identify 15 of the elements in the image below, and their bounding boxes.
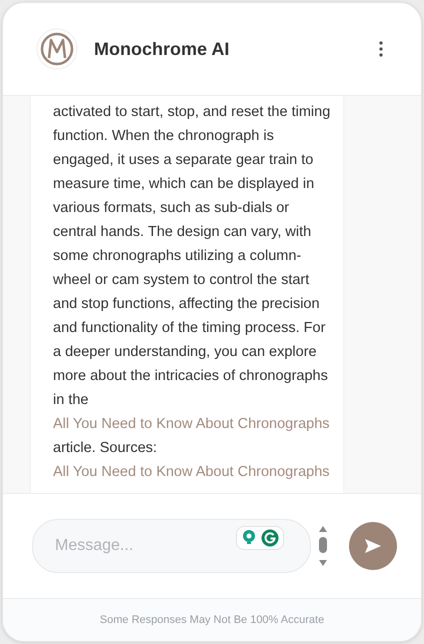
send-icon [364, 538, 382, 554]
chat-title: Monochrome AI [94, 38, 230, 60]
article-link[interactable]: All You Need to Know About Chronographs [53, 416, 330, 432]
message-text: activated to start, stop, and reset the timing function. When the chronograph is engaged, it uses a separate gear train to measure time, which can be displayed in various formats, such as sub-dials or central hands. The design can vary, with some chronographs utilizing a column-wheel or cam system to control the start and stop functions, affecting the precision and functionality of the timing process. For a deeper understanding, you can explore more about the intricacies of chronographs in the All You Need to Know About Chronographs article. Sources: All You Need to Know About Chronographs [53, 103, 332, 482]
more-options-button[interactable] [377, 39, 385, 59]
extension-badge[interactable] [236, 526, 284, 550]
message-box[interactable]: Message... [32, 519, 311, 573]
accuracy-note: Some Responses May Not Be 100% Accurate [100, 614, 324, 626]
message-field[interactable]: Message... [53, 536, 290, 556]
logo-icon [36, 28, 78, 70]
send-button[interactable] [349, 522, 397, 570]
article-link[interactable]: All You Need to Know About Chronographs [53, 464, 330, 480]
bulb-icon [241, 529, 257, 545]
g-icon [261, 529, 279, 547]
scroll-arrows-icon[interactable] [317, 524, 329, 568]
